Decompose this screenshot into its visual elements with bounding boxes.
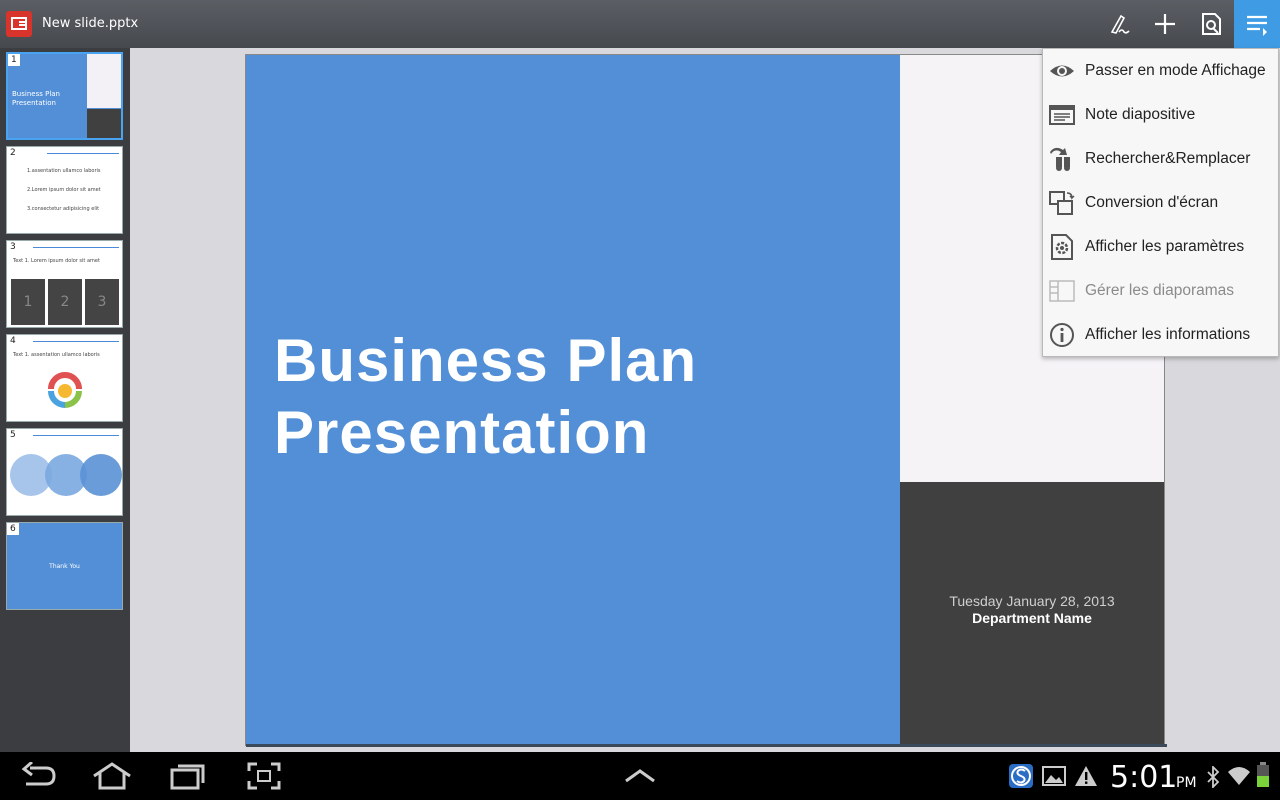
gallery-notification[interactable]	[1042, 766, 1066, 790]
slide-title-line-2: Presentation	[274, 399, 650, 466]
screenshot-icon	[247, 762, 281, 790]
warning-icon	[1075, 766, 1097, 786]
image-icon	[1042, 766, 1066, 786]
s-app-icon	[1009, 764, 1033, 788]
home-button[interactable]	[92, 762, 132, 794]
venn-diagram-icon	[10, 454, 122, 496]
slide-thumbnails-panel: 1 Business Plan Presentation 2 1.assenta…	[0, 48, 130, 791]
slide-title[interactable]: Business Plan Presentation	[274, 325, 697, 469]
menu-item-label: Afficher les informations	[1085, 326, 1251, 343]
warning-notification[interactable]	[1074, 765, 1098, 791]
slide-title-line-1: Business Plan	[274, 327, 698, 394]
thumbnail-title: Thank You	[49, 563, 80, 570]
thumbnail-number: 2	[7, 147, 19, 159]
thumbnail-line: 2.Lorem ipsum dolor sit amet	[27, 187, 101, 193]
menu-item-settings[interactable]: Afficher les paramètres	[1043, 225, 1278, 269]
slide-thumbnail-6[interactable]: 6 Thank You	[6, 522, 123, 610]
slideshow-manage-icon	[1049, 280, 1075, 302]
pen-button[interactable]	[1096, 0, 1142, 48]
slide-dark-panel: Tuesday January 28, 2013 Department Name	[900, 482, 1164, 745]
battery-icon	[1257, 762, 1269, 787]
thumbnail-title: Business Plan Presentation	[12, 90, 60, 107]
slide-thumbnail-5[interactable]: 5	[6, 428, 123, 516]
slide-department[interactable]: Department Name	[900, 610, 1164, 626]
menu-item-view-mode[interactable]: Passer en mode Affichage	[1043, 49, 1278, 93]
eye-icon	[1050, 65, 1074, 77]
top-toolbar: New slide.pptx	[0, 0, 1280, 48]
note-icon	[1049, 105, 1075, 125]
menu-item-label: Gérer les diaporamas	[1085, 282, 1235, 299]
slide-blue-panel: Business Plan Presentation	[246, 55, 900, 745]
back-button[interactable]	[20, 760, 58, 794]
screen-convert-icon	[1049, 191, 1075, 215]
info-icon	[1050, 323, 1074, 347]
menu-item-label: Afficher les paramètres	[1085, 238, 1245, 255]
thumbnail-card: 2	[48, 279, 82, 325]
expand-up-button[interactable]	[624, 768, 656, 787]
wifi-status	[1227, 764, 1251, 790]
clock-time: 5:01	[1110, 760, 1178, 795]
menu-item-label: Rechercher&Remplacer	[1085, 150, 1251, 167]
save-icon	[1202, 13, 1221, 35]
save-button[interactable]	[1188, 0, 1234, 48]
file-name: New slide.pptx	[42, 16, 139, 31]
slide-canvas[interactable]: Business Plan Presentation Tuesday Janua…	[246, 55, 1164, 745]
clock-ampm: PM	[1176, 775, 1197, 791]
recent-apps-button[interactable]	[170, 762, 206, 794]
back-icon	[21, 760, 56, 786]
app-logo-icon[interactable]	[6, 11, 32, 37]
slide-thumbnail-3[interactable]: 3 Text 1. Lorem ipsum dolor sit amet 1 2…	[6, 240, 123, 328]
slide-date[interactable]: Tuesday January 28, 2013	[900, 593, 1164, 609]
wifi-icon	[1228, 767, 1250, 785]
thumbnail-title: Text 1. Lorem ipsum dolor sit amet	[13, 258, 100, 264]
menu-item-label: Passer en mode Affichage	[1085, 62, 1266, 79]
slide-thumbnail-1[interactable]: 1 Business Plan Presentation	[6, 52, 123, 140]
bluetooth-status	[1206, 764, 1220, 792]
recent-apps-icon	[170, 764, 205, 790]
menu-item-label: Conversion d'écran	[1085, 194, 1219, 211]
home-icon	[93, 762, 131, 790]
thumbnail-number: 5	[7, 429, 19, 441]
thumbnail-line: 1.assentation ullamco laboris	[27, 168, 101, 174]
menu-button[interactable]	[1234, 0, 1280, 48]
slide-thumbnail-2[interactable]: 2 1.assentation ullamco laboris 2.Lorem …	[6, 146, 123, 234]
add-button[interactable]	[1142, 0, 1188, 48]
menu-item-slide-note[interactable]: Note diapositive	[1043, 93, 1278, 137]
bluetooth-icon	[1207, 764, 1220, 790]
thumbnail-card: 3	[85, 279, 119, 325]
cycle-diagram-icon	[48, 372, 82, 408]
menu-item-info[interactable]: Afficher les informations	[1043, 313, 1278, 357]
screenshot-button[interactable]	[247, 762, 281, 794]
slide-shadow-line	[246, 744, 1167, 747]
pen-icon	[1110, 14, 1130, 34]
thumbnail-number: 4	[7, 335, 19, 347]
add-icon	[1155, 14, 1175, 34]
thumbnail-number: 3	[7, 241, 19, 253]
settings-icon	[1051, 234, 1073, 260]
chevron-up-icon	[625, 769, 655, 783]
thumbnail-number: 1	[8, 54, 20, 66]
overflow-menu: Passer en mode Affichage Note diapositiv…	[1042, 48, 1279, 357]
menu-icon	[1247, 15, 1267, 36]
menu-item-label: Note diapositive	[1085, 106, 1196, 123]
system-navigation-bar: 5:01 PM	[0, 752, 1280, 800]
thumbnail-card: 1	[11, 279, 45, 325]
menu-item-search-replace[interactable]: Rechercher&Remplacer	[1043, 137, 1278, 181]
thumbnail-number: 6	[7, 523, 19, 535]
thumbnail-title: Text 1. assentation ullamco laboris	[13, 352, 100, 358]
s-app-notification[interactable]	[1009, 764, 1033, 792]
search-replace-icon	[1050, 147, 1070, 171]
battery-status	[1256, 762, 1270, 792]
slide-thumbnail-4[interactable]: 4 Text 1. assentation ullamco laboris	[6, 334, 123, 422]
menu-item-manage-slideshows[interactable]: Gérer les diaporamas	[1043, 269, 1278, 313]
menu-item-screen-conversion[interactable]: Conversion d'écran	[1043, 181, 1278, 225]
thumbnail-line: 3.consectetur adipisicing elit	[27, 206, 100, 212]
